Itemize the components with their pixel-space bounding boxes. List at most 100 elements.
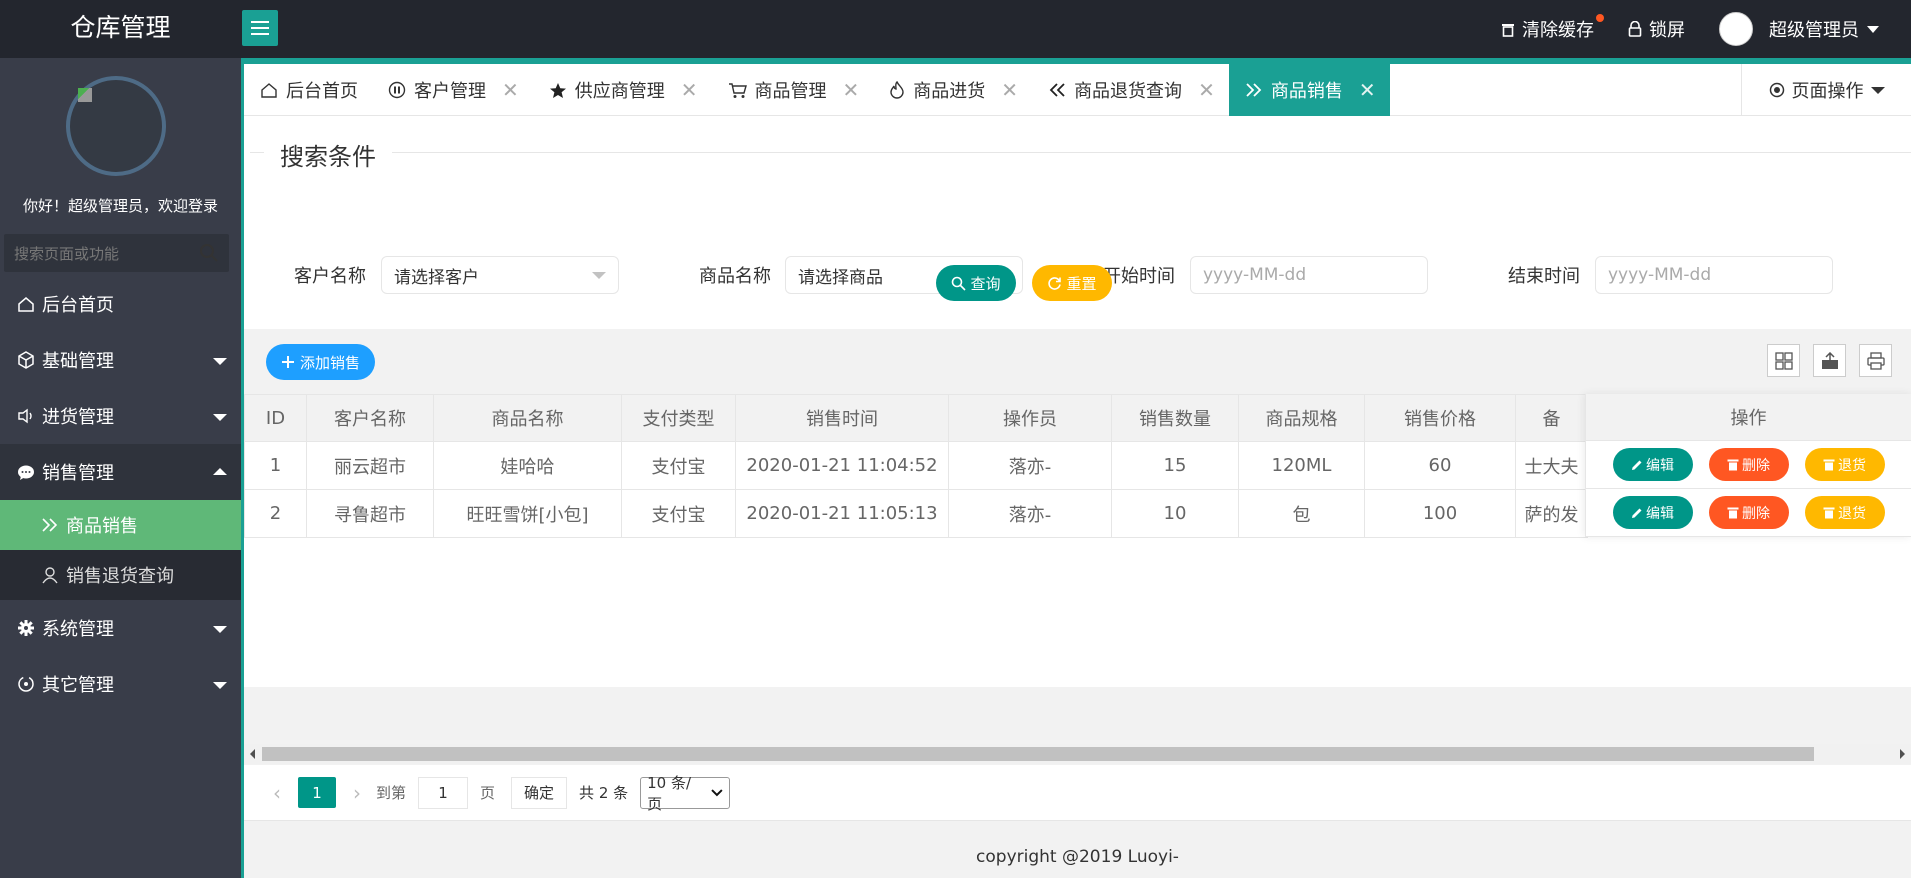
current-page[interactable]: 1 <box>298 777 336 808</box>
edit-button[interactable]: 编辑 <box>1612 496 1693 529</box>
tab-supplier[interactable]: 供应商管理 ✕ <box>533 64 712 116</box>
horizontal-scrollbar[interactable] <box>244 744 1911 764</box>
table-cell: 支付宝 <box>621 441 736 490</box>
circle-icon <box>16 675 36 693</box>
sidebar-subitem-sales-return[interactable]: 销售退货查询 <box>0 550 241 600</box>
sidebar-item-sales[interactable]: 销售管理 <box>0 444 241 500</box>
query-label: 查询 <box>970 274 1001 293</box>
reset-button[interactable]: 重置 <box>1032 265 1112 301</box>
col-header[interactable]: 客户名称 <box>306 394 434 442</box>
delete-button[interactable]: 删除 <box>1708 496 1789 529</box>
col-header[interactable]: 销售数量 <box>1111 394 1239 442</box>
tab-label: 商品销售 <box>1270 81 1343 102</box>
return-button[interactable]: 退货 <box>1804 448 1885 481</box>
grid-icon <box>1774 351 1793 370</box>
header-avatar[interactable] <box>1719 12 1753 46</box>
delete-button[interactable]: 删除 <box>1708 448 1789 481</box>
table-cell: 落亦- <box>948 489 1112 538</box>
double-chevron-left-icon <box>1049 83 1065 97</box>
print-icon <box>1866 351 1885 370</box>
col-header[interactable]: 操作员 <box>948 394 1112 442</box>
trash-icon <box>1823 507 1835 519</box>
goto-page-input[interactable]: 1 <box>418 776 469 809</box>
goto-prefix: 到第 <box>376 784 407 802</box>
sidebar-item-other[interactable]: 其它管理 <box>0 656 241 712</box>
close-icon[interactable]: ✕ <box>1359 78 1376 102</box>
lock-icon <box>1628 21 1642 37</box>
table-cell: 寻鲁超市 <box>306 489 434 538</box>
pencil-icon <box>1632 508 1642 518</box>
customer-select-value: 请选择客户 <box>394 267 479 288</box>
print-button[interactable] <box>1859 344 1892 377</box>
col-header[interactable]: 商品名称 <box>433 394 622 442</box>
customer-select[interactable]: 请选择客户 <box>381 256 619 294</box>
page-size-select[interactable]: 10 条/页 <box>640 774 731 813</box>
clear-cache-button[interactable]: 清除缓存 <box>1501 14 1604 42</box>
sidebar-item-basic[interactable]: 基础管理 <box>0 332 241 388</box>
end-time-label: 结束时间 <box>1508 266 1580 287</box>
tab-goods-return[interactable]: 商品退货查询 ✕ <box>1032 64 1229 116</box>
app-logo[interactable]: 仓库管理 <box>0 0 241 58</box>
return-button[interactable]: 退货 <box>1804 496 1885 529</box>
table-cell: 15 <box>1111 441 1239 490</box>
start-time-label: 开始时间 <box>1103 266 1175 287</box>
query-button[interactable]: 查询 <box>936 265 1016 301</box>
table-cell: 1 <box>244 441 307 490</box>
table-cell: 10 <box>1111 489 1239 538</box>
menu-toggle-button[interactable] <box>242 10 278 46</box>
page-operations-dropdown[interactable]: 页面操作 <box>1741 64 1911 116</box>
sidebar-item-system[interactable]: 系统管理 <box>0 600 241 656</box>
col-header[interactable]: 销售时间 <box>735 394 949 442</box>
tab-goods-sales[interactable]: 商品销售 ✕ <box>1228 64 1390 116</box>
sidebar-item-label: 其它管理 <box>42 675 114 696</box>
sidebar-avatar <box>66 76 166 176</box>
export-icon <box>1821 351 1838 369</box>
chat-icon <box>16 464 36 481</box>
table-cell: 娃哈哈 <box>433 441 622 490</box>
sidebar-item-purchase[interactable]: 进货管理 <box>0 388 241 444</box>
col-header[interactable]: 支付类型 <box>621 394 736 442</box>
tab-home[interactable]: 后台首页 <box>244 64 372 116</box>
sidebar-subitem-label: 商品销售 <box>66 516 138 537</box>
scroll-right-icon[interactable] <box>1900 749 1905 759</box>
cube-icon <box>16 351 36 369</box>
col-header[interactable]: 销售价格 <box>1364 394 1516 442</box>
goto-confirm-button[interactable]: 确定 <box>511 776 568 809</box>
tab-customer[interactable]: 客户管理 ✕ <box>372 64 533 116</box>
close-icon[interactable]: ✕ <box>681 78 698 102</box>
close-icon[interactable]: ✕ <box>843 78 860 102</box>
table-cell: 包 <box>1238 489 1365 538</box>
user-menu[interactable]: 超级管理员 <box>1769 16 1879 42</box>
sidebar-search-input[interactable]: 搜索页面或功能 <box>4 234 229 272</box>
close-icon[interactable]: ✕ <box>1198 78 1215 102</box>
clear-cache-label: 清除缓存 <box>1522 20 1594 41</box>
col-header[interactable]: 备 <box>1515 394 1588 442</box>
table-row[interactable]: 2 寻鲁超市 旺旺雪饼[小包] 支付宝 2020-01-21 11:05:13 … <box>244 489 1588 538</box>
tab-goods-purchase[interactable]: 商品进货 ✕ <box>873 64 1032 116</box>
scroll-left-icon[interactable] <box>250 749 255 759</box>
close-icon[interactable]: ✕ <box>1001 78 1018 102</box>
prev-page-icon[interactable]: ‹ <box>262 781 292 805</box>
tab-label: 后台首页 <box>286 81 358 102</box>
next-page-icon[interactable]: › <box>342 781 372 805</box>
close-icon[interactable]: ✕ <box>502 78 519 102</box>
scrollbar-thumb[interactable] <box>262 747 1814 761</box>
start-time-input[interactable]: yyyy-MM-dd <box>1190 256 1428 294</box>
end-time-input[interactable]: yyyy-MM-dd <box>1595 256 1833 294</box>
total-count: 共 2 条 <box>579 784 629 802</box>
sidebar-item-home[interactable]: 后台首页 <box>0 276 241 332</box>
sidebar-subitem-goods-sales[interactable]: 商品销售 <box>0 500 241 550</box>
edit-button[interactable]: 编辑 <box>1612 448 1693 481</box>
footer: copyright @2019 Luoyi- <box>244 836 1911 878</box>
trash-icon <box>1727 507 1739 519</box>
col-header[interactable]: 商品规格 <box>1238 394 1365 442</box>
export-button[interactable] <box>1813 344 1846 377</box>
cart-icon <box>728 82 747 98</box>
tab-goods[interactable]: 商品管理 ✕ <box>712 64 874 116</box>
col-header[interactable]: ID <box>244 394 307 442</box>
lock-screen-button[interactable]: 锁屏 <box>1628 16 1685 42</box>
user-icon <box>40 566 60 584</box>
columns-filter-button[interactable] <box>1767 344 1800 377</box>
add-sale-button[interactable]: 添加销售 <box>266 344 375 380</box>
table-row[interactable]: 1 丽云超市 娃哈哈 支付宝 2020-01-21 11:04:52 落亦- 1… <box>244 441 1588 490</box>
